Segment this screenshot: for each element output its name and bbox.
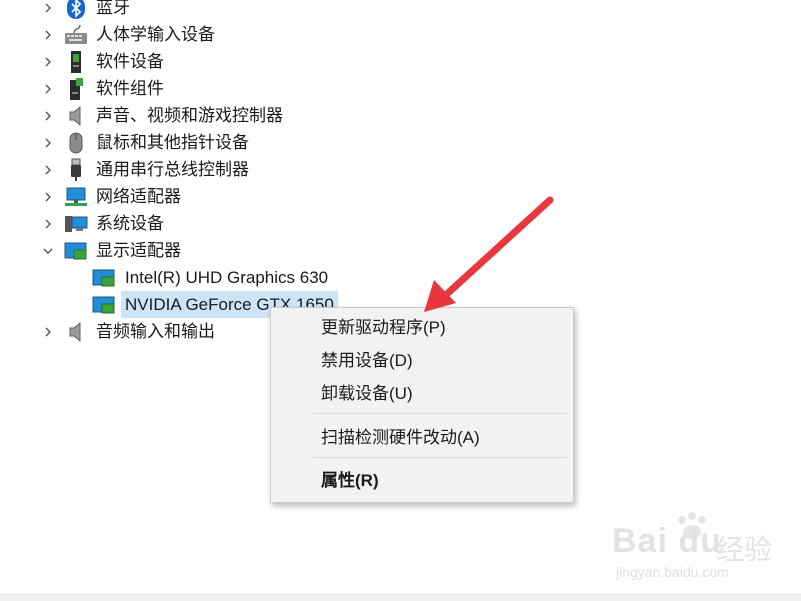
- watermark-name: 经验: [716, 534, 773, 565]
- watermark-logo: Bai du: [612, 522, 722, 560]
- watermark-url: jingyan.baidu.com: [616, 564, 729, 580]
- baidu-watermark: Bai du 经验 jingyan.baidu.com: [612, 510, 782, 590]
